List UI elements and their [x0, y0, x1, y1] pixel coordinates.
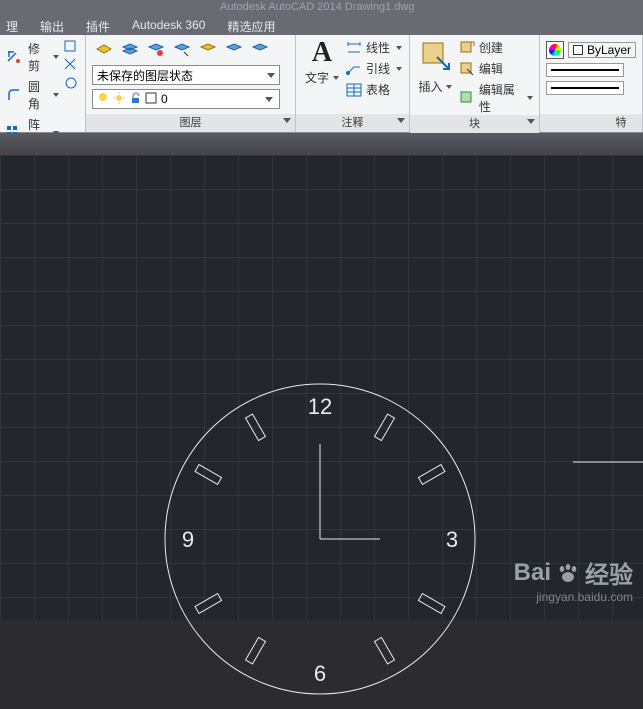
edit-icon — [459, 61, 475, 77]
chevron-down-icon — [53, 55, 59, 59]
bulb-on-icon — [97, 92, 109, 107]
layer-tool-6[interactable] — [222, 39, 246, 61]
white-swatch-icon — [573, 45, 583, 55]
layer-combo-dropdown[interactable]: 0 — [92, 89, 280, 109]
chevron-down-icon — [265, 97, 273, 102]
layer-tool-3[interactable] — [144, 39, 168, 61]
clock-drawing: 12 3 6 9 — [150, 369, 490, 709]
text-button[interactable]: 文字 — [305, 69, 329, 86]
clock-12: 12 — [308, 394, 332, 419]
insert-button[interactable]: 插入 — [418, 78, 442, 95]
paw-icon — [557, 563, 579, 583]
linear-dim-button[interactable]: 线性 — [346, 39, 402, 56]
insert-block-icon — [419, 39, 451, 76]
linear-label: 线性 — [366, 39, 390, 56]
chevron-down-icon — [267, 73, 275, 78]
title-bar: Autodesk AutoCAD 2014 Drawing1.dwg — [0, 0, 643, 18]
app-title: Autodesk AutoCAD 2014 Drawing1.dwg — [220, 1, 414, 13]
watermark-text2: 经验 — [585, 555, 633, 590]
layer-state-value: 未保存的图层状态 — [97, 67, 193, 84]
panel-block: 插入 创建 编辑 编辑属性 块 — [410, 35, 540, 132]
panel-title-properties[interactable]: 特 — [540, 114, 642, 132]
panel-properties: ByLayer 特 — [540, 35, 643, 132]
menu-bar: 理 输出 插件 Autodesk 360 精选应用 — [0, 18, 643, 35]
watermark: Bai 经验 jingyan.baidu.com — [514, 555, 633, 604]
lineweight-dropdown[interactable] — [546, 81, 624, 95]
tool-icon-3[interactable] — [63, 75, 79, 91]
trim-button[interactable]: 修剪 — [6, 39, 59, 75]
layer-tool-1[interactable] — [92, 39, 116, 61]
clock-6: 6 — [314, 661, 326, 686]
ribbon: 修剪 圆角 阵列 — [0, 35, 643, 133]
bylayer-color[interactable]: ByLayer — [568, 42, 636, 58]
chevron-down-icon — [53, 93, 59, 97]
watermark-url: jingyan.baidu.com — [514, 590, 633, 604]
panel-annotation: A 文字 线性 引线 表格 — [296, 35, 410, 132]
edit-attr-label: 编辑属性 — [479, 81, 521, 115]
table-icon — [346, 82, 362, 98]
menu-item-output[interactable]: 输出 — [40, 18, 64, 35]
canvas-tab-strip — [0, 133, 643, 155]
menu-item-dangling[interactable]: 理 — [6, 18, 18, 35]
trim-icon — [6, 49, 22, 65]
stray-line — [573, 461, 643, 463]
panel-layers: 未保存的图层状态 0 图层 — [86, 35, 296, 132]
panel-title-annotation[interactable]: 注释 — [296, 114, 409, 132]
create-label: 创建 — [479, 39, 503, 56]
color-wheel-icon[interactable] — [546, 41, 564, 59]
chevron-down-icon — [333, 76, 339, 80]
chevron-down-icon — [397, 118, 405, 123]
edit-attr-button[interactable]: 编辑属性 — [459, 81, 533, 115]
chevron-down-icon — [396, 67, 402, 71]
panel-title-layers[interactable]: 图层 — [86, 114, 295, 132]
chevron-down-icon — [396, 46, 402, 50]
menu-item-featured[interactable]: 精选应用 — [227, 18, 275, 35]
layer-tool-2[interactable] — [118, 39, 142, 61]
layer-tool-7[interactable] — [248, 39, 272, 61]
tool-icon-1[interactable] — [63, 39, 79, 55]
color-swatch-icon — [145, 92, 157, 107]
leader-button[interactable]: 引线 — [346, 60, 402, 77]
layer-tool-5[interactable] — [196, 39, 220, 61]
chevron-down-icon — [446, 85, 452, 89]
chevron-down-icon — [283, 118, 291, 123]
linear-icon — [346, 40, 362, 56]
trim-label: 修剪 — [28, 40, 45, 74]
create-block-button[interactable]: 创建 — [459, 39, 533, 56]
edit-label: 编辑 — [479, 60, 503, 77]
fillet-icon — [6, 87, 22, 103]
leader-label: 引线 — [366, 60, 390, 77]
chevron-down-icon — [527, 119, 535, 124]
tool-icon-2[interactable] — [63, 57, 79, 73]
text-a-icon: A — [312, 39, 332, 67]
layer-state-dropdown[interactable]: 未保存的图层状态 — [92, 65, 280, 85]
table-label: 表格 — [366, 81, 390, 98]
table-button[interactable]: 表格 — [346, 81, 402, 98]
drawing-canvas[interactable]: 12 3 6 9 Bai 经验 jingyan.baidu.com — [0, 133, 643, 620]
layer-name: 0 — [161, 92, 168, 106]
menu-item-autodesk360[interactable]: Autodesk 360 — [132, 18, 205, 32]
clock-9: 9 — [182, 527, 194, 552]
menu-item-plugins[interactable]: 插件 — [86, 18, 110, 35]
leader-icon — [346, 61, 362, 77]
sun-icon — [113, 92, 125, 107]
clock-3: 3 — [446, 527, 458, 552]
panel-title-block[interactable]: 块 — [410, 115, 539, 133]
layer-tool-4[interactable] — [170, 39, 194, 61]
fillet-label: 圆角 — [28, 78, 45, 112]
edit-block-button[interactable]: 编辑 — [459, 60, 533, 77]
panel-modify: 修剪 圆角 阵列 — [0, 35, 86, 132]
lock-open-icon — [129, 92, 141, 107]
fillet-button[interactable]: 圆角 — [6, 77, 59, 113]
create-icon — [459, 40, 475, 56]
watermark-text1: Bai — [514, 559, 551, 587]
chevron-down-icon — [527, 96, 533, 100]
linetype-dropdown[interactable] — [546, 63, 624, 77]
edit-attr-icon — [459, 90, 475, 106]
